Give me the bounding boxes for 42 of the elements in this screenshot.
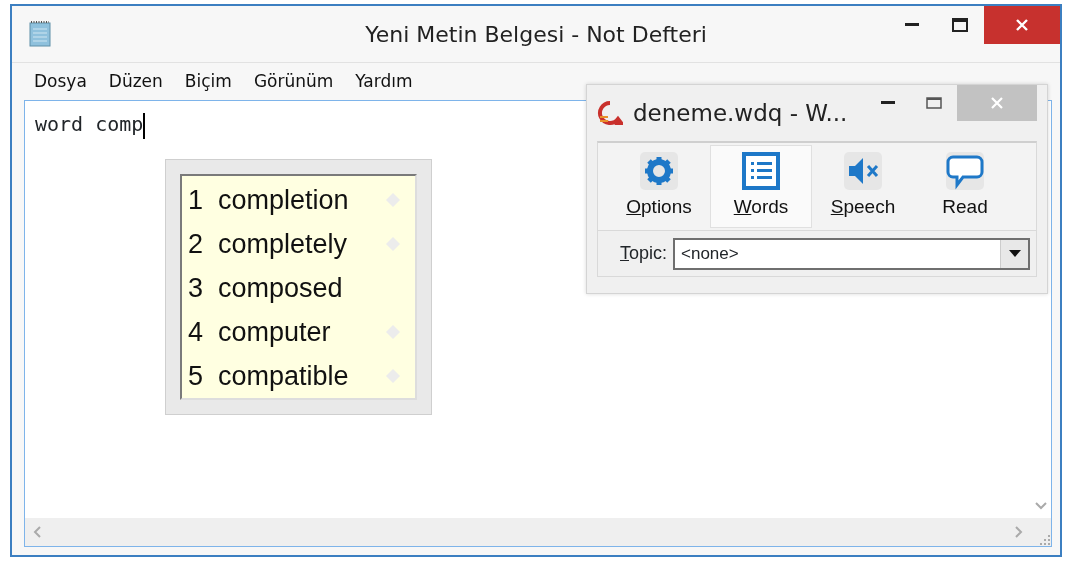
toolbar-button[interactable]: Read	[914, 145, 1016, 228]
menu-item[interactable]: Biçim	[174, 68, 242, 95]
scroll-left-icon[interactable]	[33, 526, 41, 538]
resize-grip-icon[interactable]	[1039, 534, 1051, 546]
suggestion-word[interactable]: completely	[218, 223, 385, 265]
scroll-right-icon[interactable]	[1015, 526, 1023, 538]
list-icon	[741, 151, 781, 192]
toolbar-button[interactable]: Words	[710, 145, 812, 228]
text-cursor	[143, 112, 146, 139]
suggestion-word[interactable]: completion	[218, 179, 385, 221]
suggestion-number: 3	[188, 271, 205, 305]
app-logo-icon	[597, 100, 623, 126]
suggestion-number: 5	[188, 359, 205, 393]
suggestion-word[interactable]: compatible	[218, 355, 385, 397]
close-icon	[1015, 18, 1029, 32]
topic-dropdown[interactable]: <none>	[673, 237, 1030, 270]
suggestion-word[interactable]: computer	[218, 311, 385, 353]
gear-icon	[639, 151, 679, 192]
editor-text: word comp	[25, 101, 156, 147]
menu-item[interactable]: Düzen	[98, 68, 173, 95]
suggestion-number: 4	[188, 315, 205, 349]
menu-item[interactable]: Görünüm	[243, 68, 344, 95]
menu-item[interactable]: Yardım	[345, 68, 423, 95]
toolbar-button[interactable]: Options	[608, 145, 710, 228]
maximize-icon	[952, 18, 968, 32]
notepad-icon	[28, 20, 54, 48]
menu-item[interactable]: Dosya	[24, 68, 97, 95]
tool-window-title: deneme.wdq - W...	[633, 98, 848, 128]
suggestion-number: 1	[188, 183, 205, 217]
scroll-down-icon[interactable]	[1035, 502, 1047, 510]
suggestion-word[interactable]: composed	[218, 267, 409, 309]
muted-speaker-icon	[843, 151, 883, 192]
close-icon	[990, 96, 1004, 110]
dropdown-arrow-icon[interactable]	[1008, 250, 1021, 257]
topic-label: Topic:	[620, 242, 668, 265]
toolbar-button[interactable]: Speech	[812, 145, 914, 228]
window-title: Yeni Metin Belgesi - Not Defteri	[365, 20, 707, 49]
minimize-icon	[881, 101, 895, 105]
suggestion-number: 2	[188, 227, 205, 261]
speech-bubble-icon	[945, 151, 985, 192]
maximize-icon	[926, 97, 942, 109]
minimize-icon	[905, 23, 919, 27]
